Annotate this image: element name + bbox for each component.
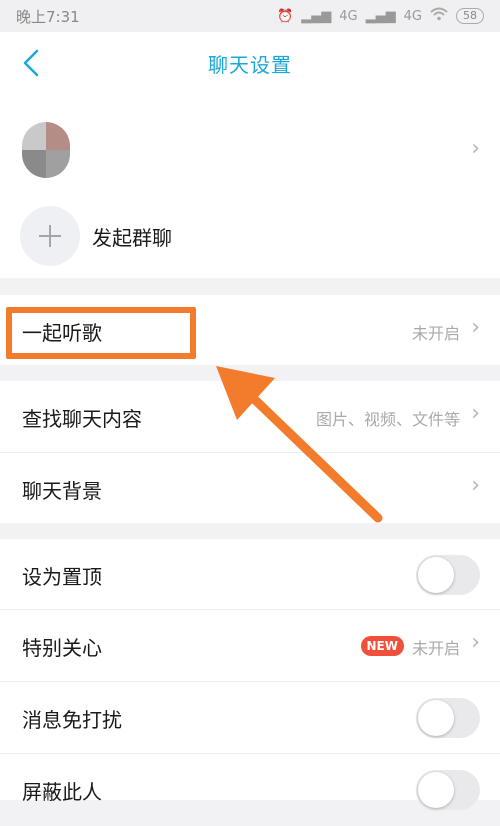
special-care-label: 特别关心 xyxy=(22,636,102,660)
start-group-chat-row[interactable]: 发起群聊 xyxy=(0,196,500,276)
pin-top-label: 设为置顶 xyxy=(22,565,102,589)
block-contact-toggle[interactable] xyxy=(416,770,480,810)
do-not-disturb-label: 消息免打扰 xyxy=(22,708,122,732)
plus-button[interactable] xyxy=(20,206,80,266)
back-button[interactable] xyxy=(14,46,48,80)
chevron-right-icon: › xyxy=(471,630,480,655)
signal-hd-icon: ▂▄▆ xyxy=(365,8,396,24)
pin-top-toggle[interactable] xyxy=(416,555,480,595)
status-bar: 晚上7:31 ⏰ ▂▄▆ 4G ▂▄▆ 4G 58 xyxy=(0,0,500,32)
highlight-box xyxy=(6,307,196,359)
signal-icon: ▂▄▆ xyxy=(301,8,332,24)
special-care-status: 未开启 xyxy=(411,639,460,658)
block-contact-row: 屏蔽此人 xyxy=(0,754,500,826)
special-care-row[interactable]: 特别关心 NEW 未开启 › xyxy=(0,610,500,682)
start-group-label: 发起群聊 xyxy=(92,226,172,250)
search-chat-label: 查找聊天内容 xyxy=(22,407,142,431)
toggle-knob xyxy=(418,772,454,808)
alarm-icon: ⏰ xyxy=(277,8,294,24)
search-chat-hint: 图片、视频、文件等 xyxy=(315,410,460,429)
toggle-knob xyxy=(418,557,454,593)
chat-background-label: 聊天背景 xyxy=(22,479,102,503)
do-not-disturb-row: 消息免打扰 xyxy=(0,682,500,754)
network-label-1: 4G xyxy=(339,8,358,24)
chevron-right-icon: › xyxy=(471,136,480,161)
network-label-2: 4G xyxy=(403,8,422,24)
chat-options-card: 设为置顶 特别关心 NEW 未开启 › 消息免打扰 屏蔽此人 xyxy=(0,539,500,810)
status-time: 晚上7:31 xyxy=(16,7,80,26)
block-contact-label: 屏蔽此人 xyxy=(22,780,102,804)
chat-content-card: 查找聊天内容 图片、视频、文件等 › 聊天背景 › xyxy=(0,381,500,523)
status-icons: ⏰ ▂▄▆ 4G ▂▄▆ 4G 58 xyxy=(277,7,484,25)
profile-section: › 发起群聊 xyxy=(0,94,500,278)
plus-icon xyxy=(39,225,61,247)
chevron-left-icon xyxy=(23,49,39,77)
battery-icon: 58 xyxy=(456,8,484,24)
listen-together-status: 未开启 xyxy=(411,324,460,343)
chevron-right-icon: › xyxy=(471,315,480,340)
chevron-right-icon: › xyxy=(471,473,480,498)
chevron-right-icon: › xyxy=(471,401,480,426)
do-not-disturb-toggle[interactable] xyxy=(416,698,480,738)
chat-background-row[interactable]: 聊天背景 › xyxy=(0,453,500,523)
avatar[interactable] xyxy=(22,122,70,178)
title-bar: 聊天设置 xyxy=(0,32,500,94)
search-chat-content-row[interactable]: 查找聊天内容 图片、视频、文件等 › xyxy=(0,381,500,453)
contact-profile-row[interactable]: › xyxy=(0,106,500,196)
page-title: 聊天设置 xyxy=(208,52,292,77)
pin-top-row: 设为置顶 xyxy=(0,539,500,611)
wifi-icon xyxy=(430,7,448,25)
new-badge: NEW xyxy=(360,636,404,656)
toggle-knob xyxy=(418,700,454,736)
